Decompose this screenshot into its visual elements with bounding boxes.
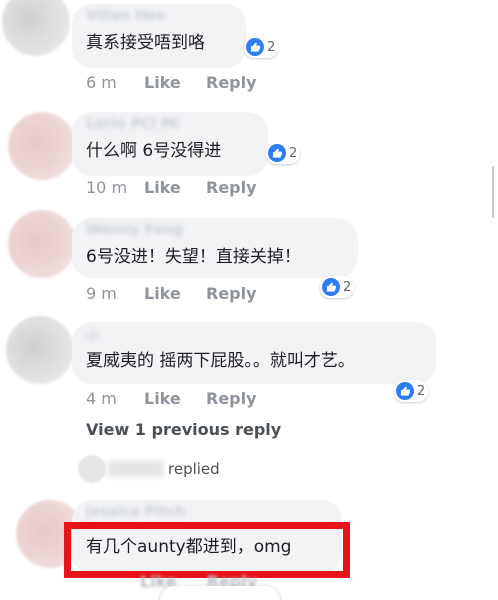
like-thumb-icon — [246, 38, 264, 56]
comment-bubble: Villan Hee 真系接受唔到咯 — [72, 4, 246, 68]
reaction-count: 2 — [343, 279, 352, 295]
like-link[interactable]: Like — [144, 284, 206, 303]
reaction-summary[interactable]: 2 — [320, 276, 355, 298]
reaction-summary[interactable]: 2 — [244, 36, 279, 58]
reply-summary[interactable]: replied — [78, 455, 220, 483]
reaction-count: 2 — [267, 39, 276, 55]
comment-timestamp[interactable]: 9 m — [86, 284, 144, 303]
like-thumb-icon — [268, 144, 286, 162]
comment-actions: 4 m Like Reply — [86, 389, 257, 408]
reaction-count: 2 — [289, 145, 298, 161]
comment-author[interactable]: 小 — [86, 326, 422, 348]
write-reply-pill[interactable] — [160, 586, 280, 600]
comment-author[interactable]: Wenny Fong — [86, 222, 344, 244]
scrollbar-hint[interactable] — [492, 166, 494, 218]
comment-actions: 10 m Like Reply — [86, 178, 257, 197]
avatar[interactable] — [2, 0, 70, 56]
comment-text: 6号没进！失望！直接关掉！ — [86, 247, 301, 267]
avatar[interactable] — [8, 112, 76, 180]
replied-label: replied — [168, 460, 220, 478]
comment-bubble: Wenny Fong 6号没进！失望！直接关掉！ — [72, 218, 358, 278]
like-thumb-icon — [396, 382, 414, 400]
comment-actions: 6 m Like Reply — [86, 73, 257, 92]
avatar[interactable] — [6, 316, 74, 384]
comment-author[interactable]: Lorio PCl Mi — [86, 116, 254, 138]
comment-text: 夏威夷的 摇两下屁股。。就叫才艺。 — [86, 351, 355, 371]
reply-link[interactable]: Reply — [206, 284, 257, 303]
comment-actions: 9 m Like Reply — [86, 284, 257, 303]
comment-bubble: Lorio PCl Mi 什么啊 6号没得进 — [72, 112, 268, 176]
like-link[interactable]: Like — [144, 178, 206, 197]
comment-bubble: 小 夏威夷的 摇两下屁股。。就叫才艺。 — [72, 322, 436, 384]
avatar[interactable] — [8, 210, 76, 278]
replier-avatar — [78, 455, 106, 483]
view-previous-replies-link[interactable]: View 1 previous reply — [86, 420, 281, 439]
reaction-count: 2 — [417, 383, 426, 399]
reaction-summary[interactable]: 2 — [266, 142, 301, 164]
reply-link[interactable]: Reply — [206, 73, 257, 92]
comment-text: 真系接受唔到咯 — [86, 33, 205, 53]
comment-text: 什么啊 6号没得进 — [86, 141, 222, 161]
reply-link[interactable]: Reply — [206, 389, 257, 408]
highlight-box — [64, 522, 350, 578]
like-thumb-icon — [322, 278, 340, 296]
reply-link[interactable]: Reply — [206, 178, 257, 197]
comment-timestamp[interactable]: 4 m — [86, 389, 144, 408]
reaction-summary[interactable]: 2 — [394, 380, 429, 402]
comment-timestamp[interactable]: 10 m — [86, 178, 144, 197]
comment-author[interactable]: Villan Hee — [86, 8, 232, 30]
replier-name — [108, 461, 164, 477]
comment-timestamp[interactable]: 6 m — [86, 73, 144, 92]
like-link[interactable]: Like — [144, 73, 206, 92]
like-link[interactable]: Like — [144, 389, 206, 408]
